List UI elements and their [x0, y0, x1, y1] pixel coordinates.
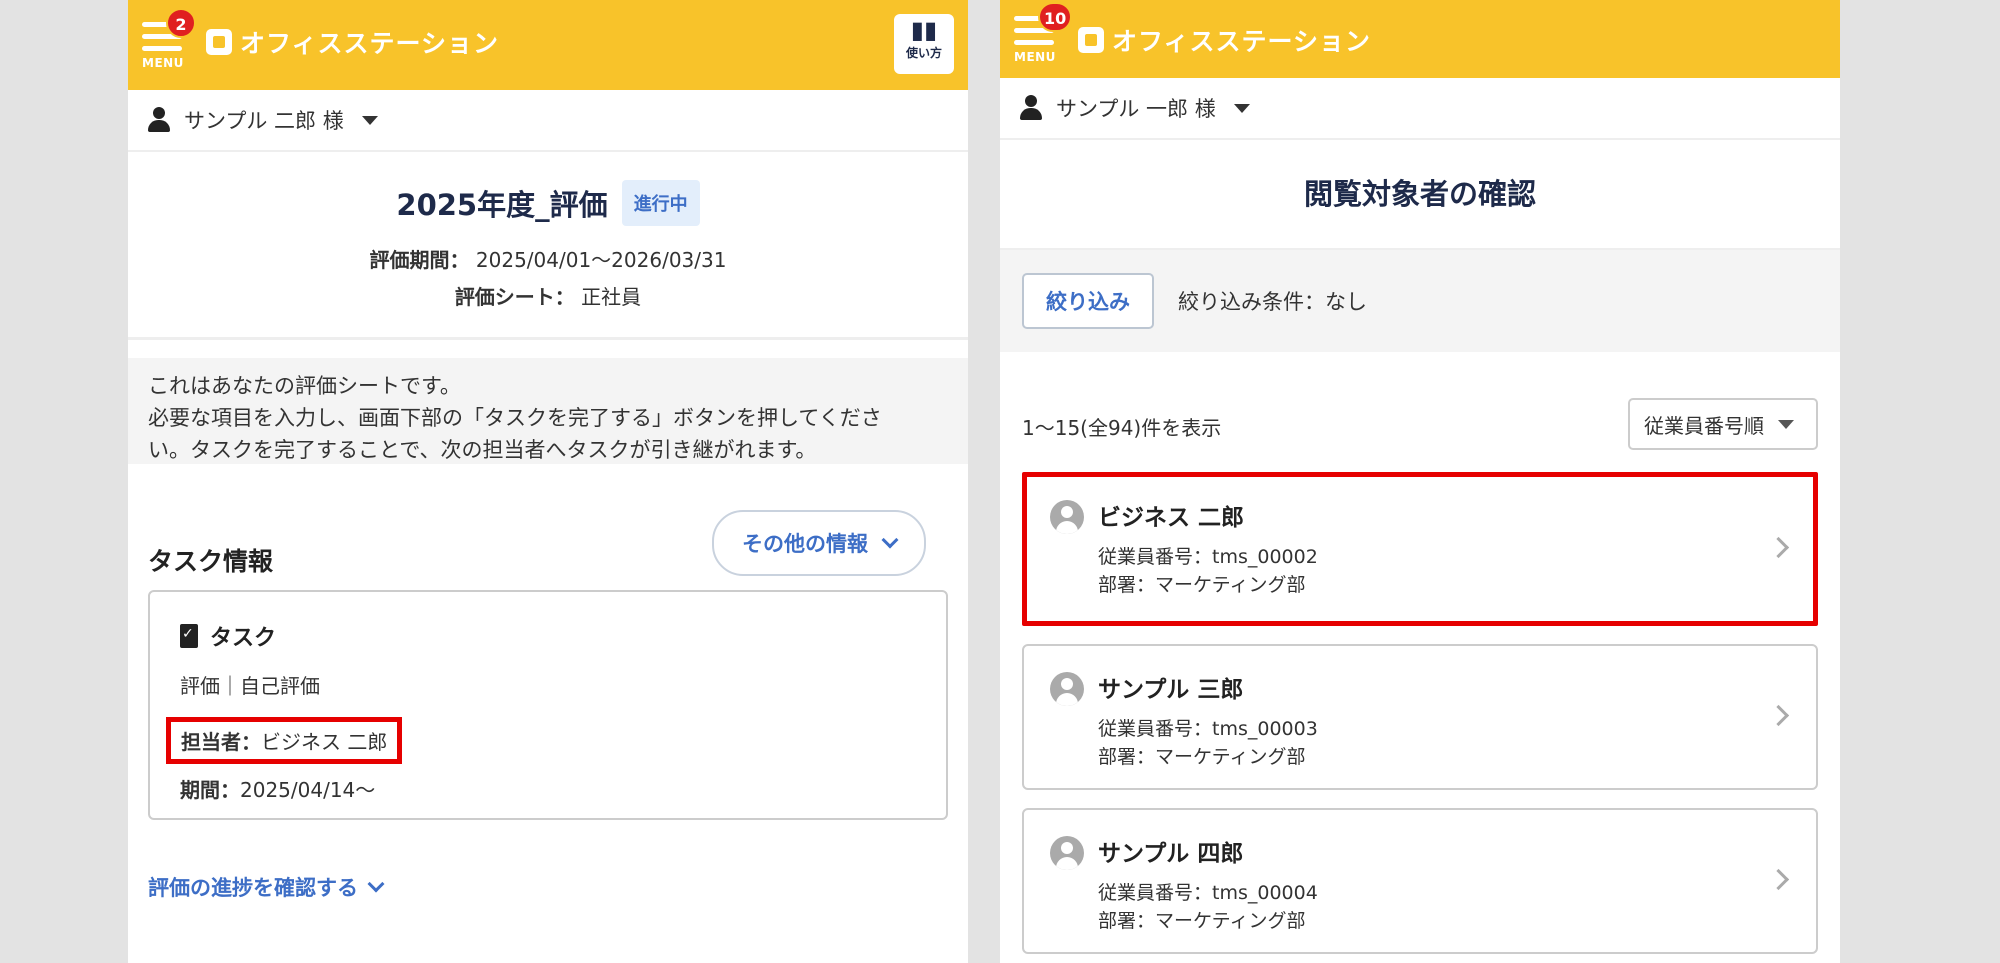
app-logo[interactable]: オフィスステーション [1078, 22, 1371, 58]
logo-icon [206, 29, 232, 55]
employee-id: 従業員番号：tms_00003 [1098, 718, 1318, 740]
sort-select[interactable]: 従業員番号順 [1628, 398, 1818, 450]
task-card: タスク 評価｜自己評価 担当者：ビジネス 二郎 期間：2025/04/14〜 [148, 590, 948, 820]
logo-text: オフィスステーション [240, 29, 500, 58]
chevron-down-icon [881, 531, 899, 549]
right-screen: MENU 10 オフィスステーション サンプル 一郎 様 閲覧対象者の確認 絞り… [1000, 0, 1840, 963]
chevron-down-icon [367, 875, 385, 893]
menu-label: MENU [1014, 50, 1056, 64]
employee-dept: 部署：マーケティング部 [1098, 746, 1306, 768]
employee-card[interactable]: サンプル 四郎 従業員番号：tms_00004 部署：マーケティング部 [1022, 808, 1818, 954]
filter-bar: 絞り込み 絞り込み条件：なし [1000, 250, 1840, 352]
chevron-right-icon [1767, 704, 1790, 727]
instruction-notice: これはあなたの評価シートです。 必要な項目を入力し、画面下部の「タスクを完了する… [128, 358, 968, 464]
employee-id: 従業員番号：tms_00004 [1098, 882, 1318, 904]
user-menu[interactable]: サンプル 二郎 様 [128, 90, 968, 152]
page-title: 閲覧対象者の確認 [1000, 140, 1840, 250]
section-title: タスク情報 [148, 547, 274, 576]
evaluation-header: 2025年度_評価 進行中 評価期間： 2025/04/01〜2026/03/31… [128, 152, 968, 340]
employee-name: サンプル 三郎 [1098, 677, 1244, 703]
app-header: MENU 2 オフィスステーション ▮▮ 使い方 [128, 0, 968, 90]
task-period: 期間：2025/04/14〜 [180, 778, 376, 802]
employee-id: 従業員番号：tms_00002 [1098, 546, 1318, 568]
assignee-name: ビジネス 二郎 [261, 730, 388, 754]
filter-condition: 絞り込み条件：なし [1178, 290, 1367, 314]
chevron-right-icon [1767, 536, 1790, 559]
employee-dept: 部署：マーケティング部 [1098, 574, 1306, 596]
task-section: タスク情報 その他の情報 タスク 評価｜自己評価 担当者：ビジネス 二郎 期間：… [128, 464, 968, 820]
app-header: MENU 10 オフィスステーション [1000, 0, 1840, 78]
evaluation-title: 2025年度_評価 [396, 188, 608, 222]
task-card-title: タスク [180, 620, 916, 652]
employee-dept: 部署：マーケティング部 [1098, 910, 1306, 932]
avatar-icon [1050, 672, 1084, 706]
employee-name: ビジネス 二郎 [1098, 505, 1245, 531]
avatar-icon [1050, 500, 1084, 534]
employee-card[interactable]: サンプル 三郎 従業員番号：tms_00003 部署：マーケティング部 [1022, 644, 1818, 790]
caret-down-icon [1778, 419, 1794, 429]
task-category: 評価｜自己評価 [180, 674, 320, 698]
menu-button[interactable]: MENU 2 [140, 8, 196, 74]
filter-button[interactable]: 絞り込み [1022, 273, 1154, 329]
chevron-right-icon [1767, 868, 1790, 891]
assignee-highlight: 担当者：ビジネス 二郎 [166, 717, 403, 764]
notification-badge: 10 [1038, 2, 1073, 32]
user-name: サンプル 一郎 様 [1056, 97, 1216, 121]
user-menu[interactable]: サンプル 一郎 様 [1000, 78, 1840, 140]
help-label: 使い方 [905, 46, 942, 60]
menu-label: MENU [142, 56, 184, 70]
logo-icon [1078, 27, 1104, 53]
employee-name: サンプル 四郎 [1098, 841, 1244, 867]
menu-button[interactable]: MENU 10 [1012, 2, 1073, 68]
app-logo[interactable]: オフィスステーション [206, 24, 499, 60]
document-check-icon [180, 624, 198, 648]
caret-down-icon [361, 115, 378, 125]
status-badge: 進行中 [621, 180, 700, 226]
book-icon: ▮▮ [910, 16, 938, 44]
evaluation-period: 評価期間： 2025/04/01〜2026/03/31 [369, 248, 727, 272]
progress-link[interactable]: 評価の進捗を確認する [128, 872, 968, 902]
help-button[interactable]: ▮▮ 使い方 [894, 14, 954, 74]
user-name: サンプル 二郎 様 [184, 109, 344, 133]
notification-badge: 2 [166, 8, 196, 38]
caret-down-icon [1233, 103, 1250, 113]
result-count: 1〜15(全94)件を表示 [1022, 416, 1222, 440]
logo-text: オフィスステーション [1112, 27, 1372, 56]
list-header: 1〜15(全94)件を表示 従業員番号順 [1000, 352, 1840, 472]
avatar-icon [1050, 836, 1084, 870]
user-icon [1020, 95, 1042, 121]
evaluation-sheet: 評価シート： 正社員 [454, 285, 642, 309]
user-icon [148, 107, 170, 133]
left-screen: MENU 2 オフィスステーション ▮▮ 使い方 サンプル 二郎 様 2025年… [128, 0, 968, 963]
other-info-button[interactable]: その他の情報 [712, 510, 926, 576]
employee-card[interactable]: ビジネス 二郎 従業員番号：tms_00002 部署：マーケティング部 [1022, 472, 1818, 626]
